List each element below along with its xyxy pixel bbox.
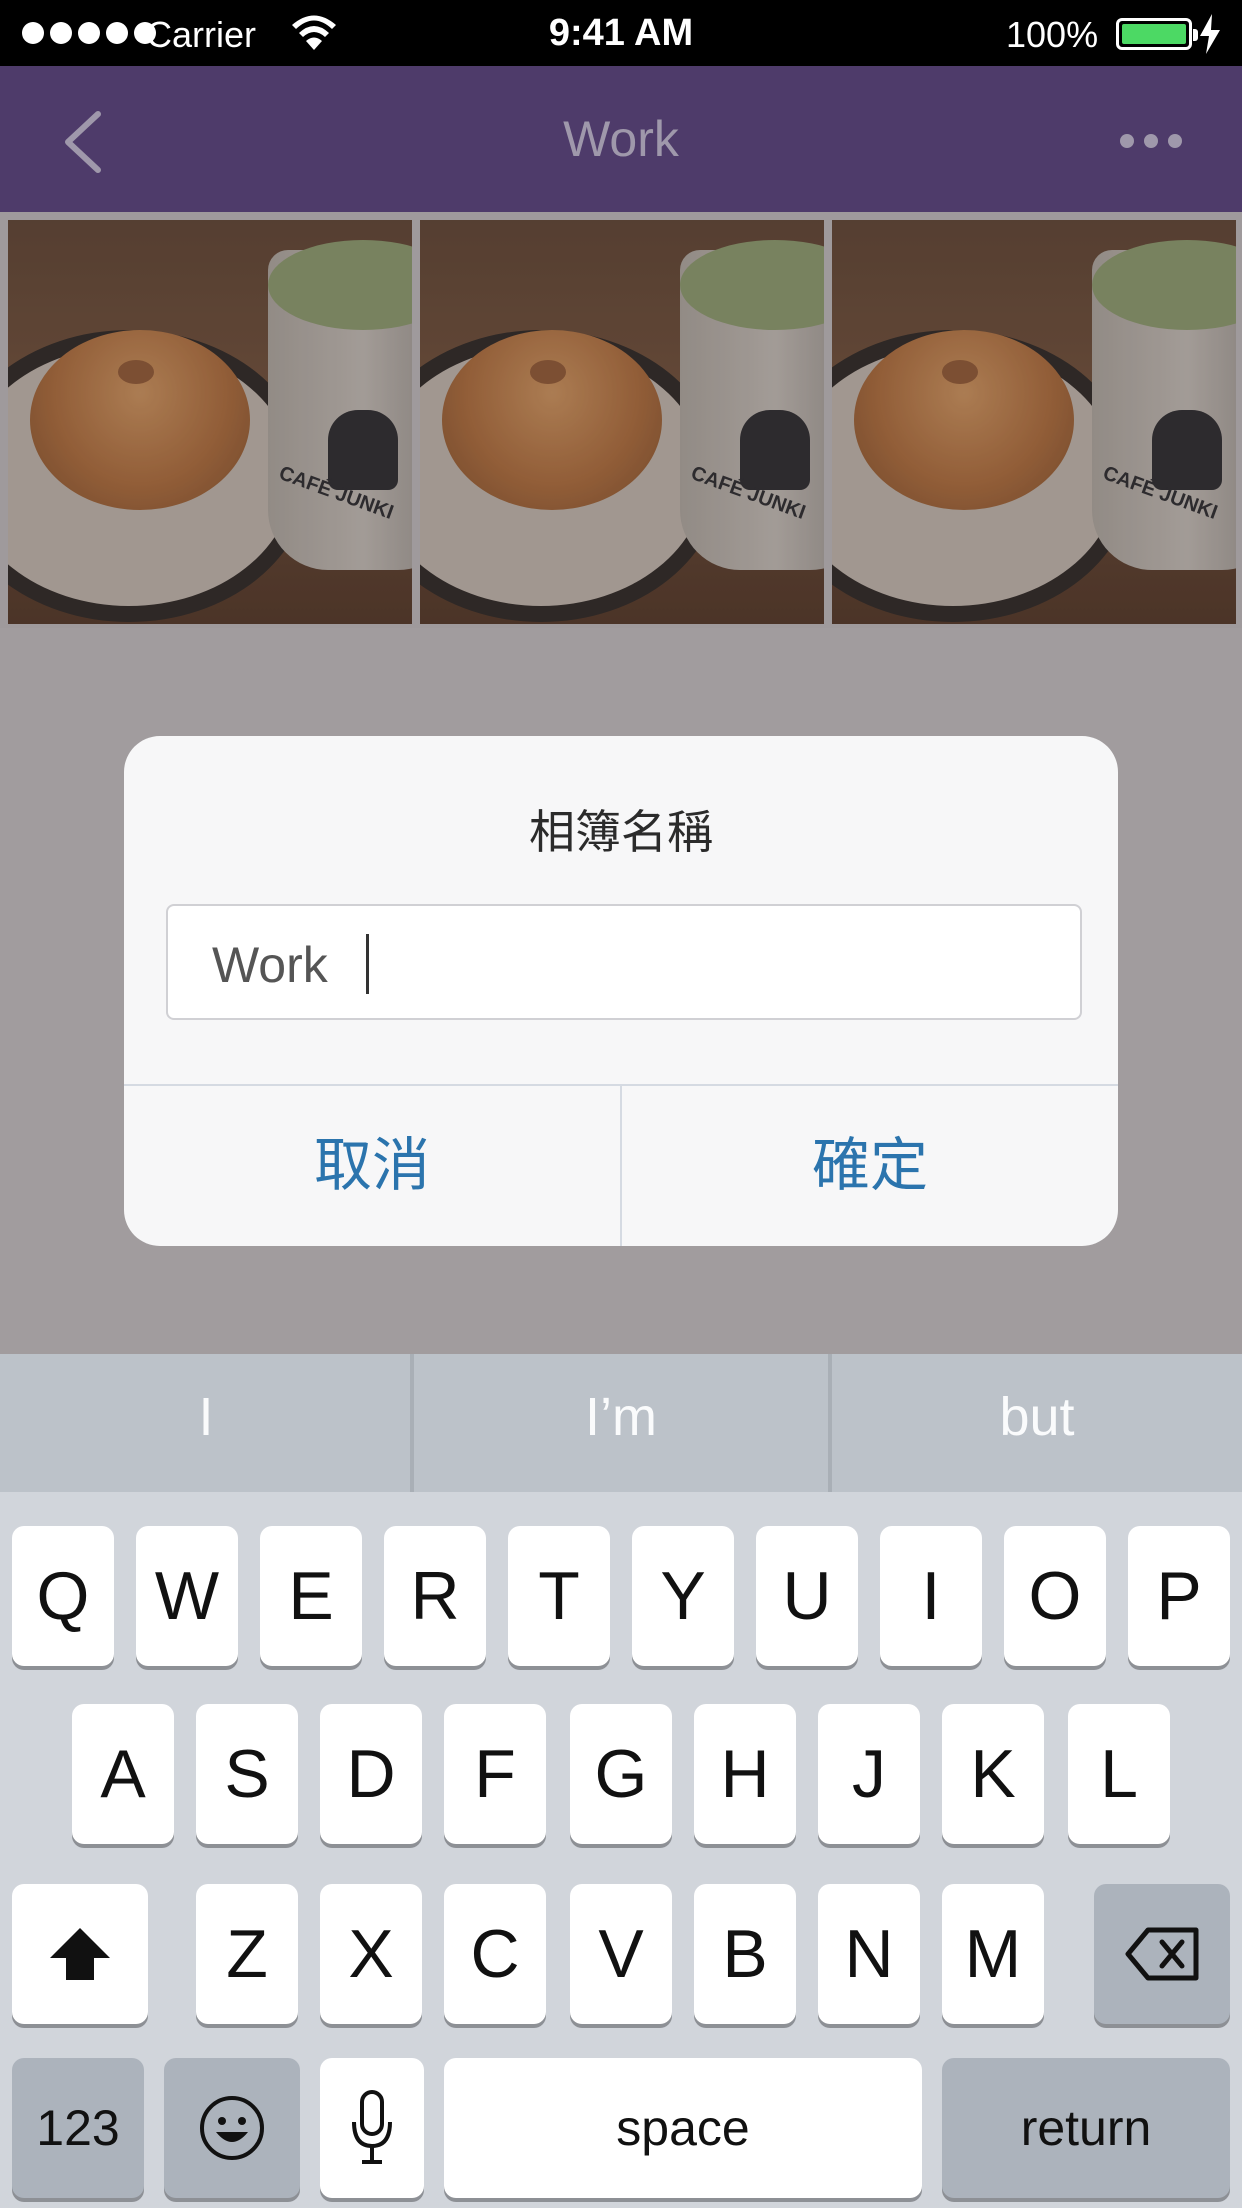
navigation-bar: Work (0, 66, 1242, 212)
more-options-icon[interactable] (1120, 134, 1182, 148)
return-key[interactable]: return (942, 2058, 1230, 2198)
key-s[interactable]: S (196, 1704, 298, 1844)
album-name-dialog: 相簿名稱 Work 取消 確定 (124, 736, 1118, 1246)
key-p[interactable]: P (1128, 1526, 1230, 1666)
emoji-icon (200, 2096, 264, 2160)
key-t[interactable]: T (508, 1526, 610, 1666)
key-c[interactable]: C (444, 1884, 546, 2024)
text-cursor (366, 934, 369, 994)
key-r[interactable]: R (384, 1526, 486, 1666)
page-title: Work (563, 111, 679, 167)
key-u[interactable]: U (756, 1526, 858, 1666)
photo-grid: CAFÉ JUNKI CAFÉ JUNKI CAFÉ JUNKI (0, 212, 1242, 628)
album-name-input-value: Work (212, 937, 328, 993)
microphone-icon (352, 2090, 392, 2164)
dictation-key[interactable] (320, 2058, 424, 2198)
key-z[interactable]: Z (196, 1884, 298, 2024)
key-n[interactable]: N (818, 1884, 920, 2024)
predictive-text-bar: I I’m but (0, 1354, 1242, 1492)
key-h[interactable]: H (694, 1704, 796, 1844)
charging-icon (1200, 14, 1220, 54)
backspace-key[interactable] (1094, 1884, 1230, 2024)
key-w[interactable]: W (136, 1526, 238, 1666)
space-key[interactable]: space (444, 2058, 922, 2198)
status-bar: Carrier 9:41 AM 100% (0, 0, 1242, 66)
key-q[interactable]: Q (12, 1526, 114, 1666)
cancel-button[interactable]: 取消 (124, 1086, 620, 1246)
key-v[interactable]: V (570, 1884, 672, 2024)
shift-key[interactable] (12, 1884, 148, 2024)
key-o[interactable]: O (1004, 1526, 1106, 1666)
emoji-key[interactable] (164, 2058, 300, 2198)
key-d[interactable]: D (320, 1704, 422, 1844)
dialog-title: 相簿名稱 (529, 806, 713, 858)
key-g[interactable]: G (570, 1704, 672, 1844)
battery-percentage: 100% (1006, 14, 1099, 55)
suggestion-item[interactable]: I (0, 1354, 412, 1492)
key-x[interactable]: X (320, 1884, 422, 2024)
key-e[interactable]: E (260, 1526, 362, 1666)
key-i[interactable]: I (880, 1526, 982, 1666)
backspace-icon (1125, 1927, 1199, 1981)
suggestion-item[interactable]: I’m (414, 1354, 828, 1492)
key-a[interactable]: A (72, 1704, 174, 1844)
keyboard: Q W E R T Y U I O P A S D F G H J K L Z … (0, 1492, 1242, 2208)
suggestion-item[interactable]: but (832, 1354, 1242, 1492)
battery-icon (1116, 18, 1198, 50)
key-m[interactable]: M (942, 1884, 1044, 2024)
album-name-input[interactable]: Work (166, 904, 1082, 1020)
photo-thumbnail[interactable]: CAFÉ JUNKI (420, 220, 824, 624)
key-l[interactable]: L (1068, 1704, 1170, 1844)
key-k[interactable]: K (942, 1704, 1044, 1844)
confirm-button[interactable]: 確定 (622, 1086, 1118, 1246)
key-f[interactable]: F (444, 1704, 546, 1844)
photo-thumbnail[interactable]: CAFÉ JUNKI (8, 220, 412, 624)
numbers-key[interactable]: 123 (12, 2058, 144, 2198)
key-y[interactable]: Y (632, 1526, 734, 1666)
key-b[interactable]: B (694, 1884, 796, 2024)
key-j[interactable]: J (818, 1704, 920, 1844)
shift-arrow-icon (50, 1928, 110, 1980)
photo-thumbnail[interactable]: CAFÉ JUNKI (832, 220, 1236, 624)
